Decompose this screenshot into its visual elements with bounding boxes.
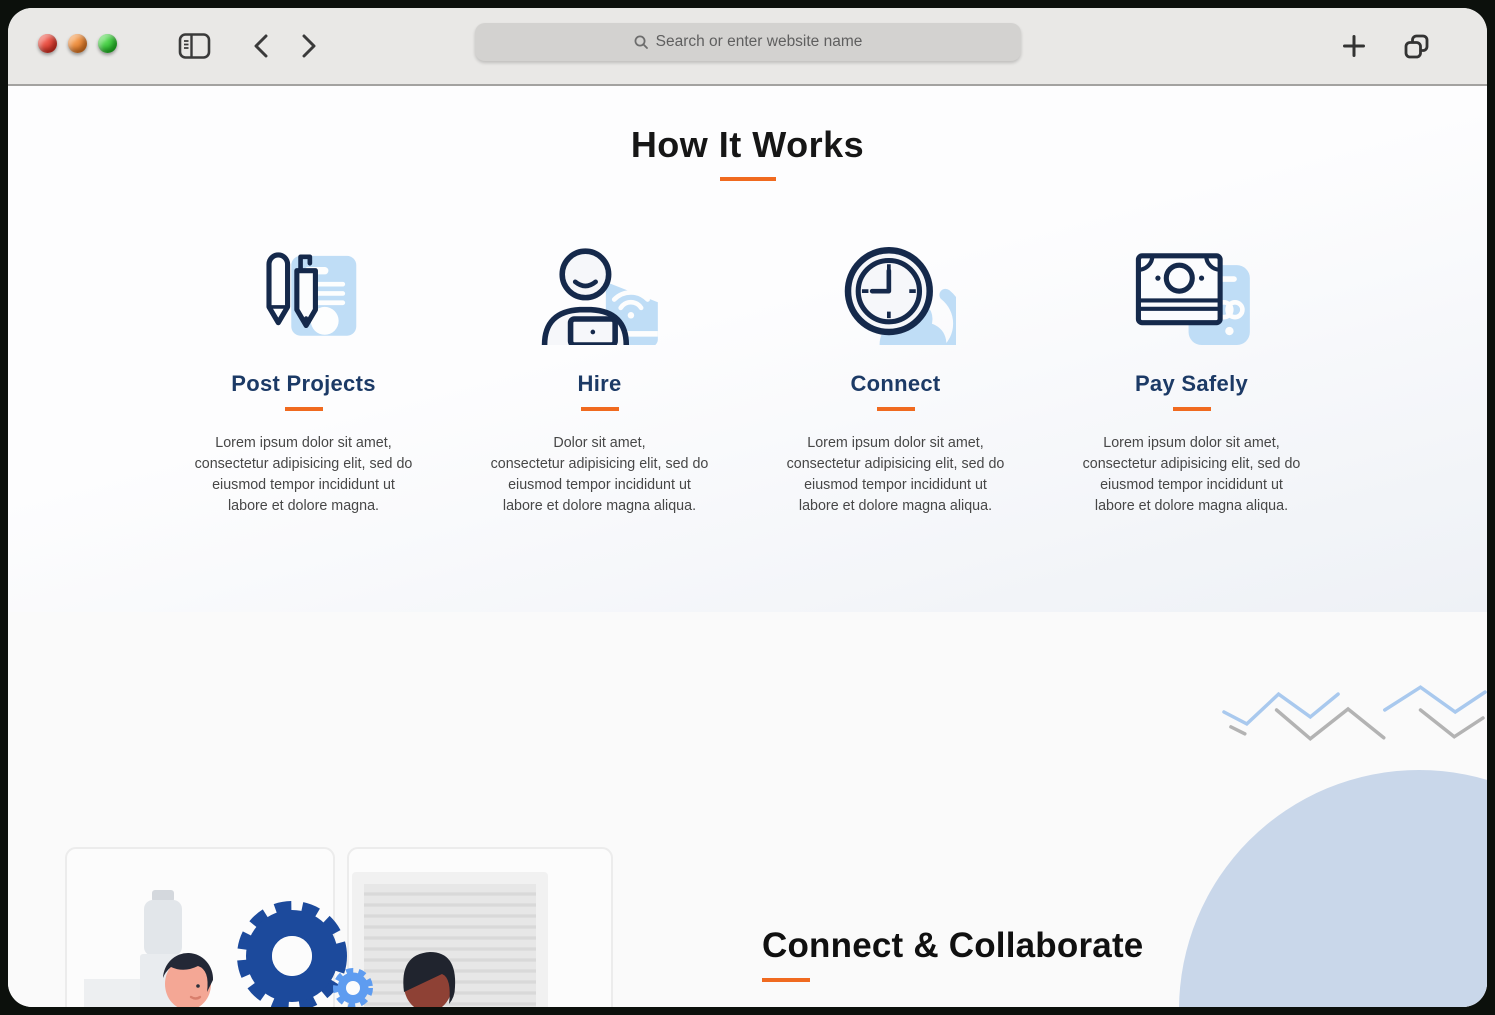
pen-and-document-icon: [243, 241, 364, 345]
forward-button[interactable]: [294, 8, 324, 84]
feature-title: Hire: [578, 371, 622, 397]
feature-post-projects: Post Projects Lorem ipsum dolor sit amet…: [185, 241, 423, 517]
new-tab-button[interactable]: [1337, 8, 1371, 84]
feature-text: Lorem ipsum dolor sit amet, consectetur …: [1083, 433, 1301, 518]
browser-window: Search or enter website name How It Work…: [8, 8, 1487, 1007]
feature-text: Dolor sit amet, consectetur adipisicing …: [491, 433, 709, 518]
feature-hire: Hire Dolor sit amet, consectetur adipisi…: [481, 241, 719, 517]
person-laptop-icon: [539, 241, 660, 345]
collaborate-underline: [762, 978, 810, 982]
feature-underline: [877, 407, 915, 411]
how-it-works-section: How It Works: [8, 84, 1487, 612]
plus-icon: [1342, 34, 1366, 58]
back-button[interactable]: [246, 8, 276, 84]
zigzag-decoration: [1219, 676, 1487, 742]
feature-underline: [285, 407, 323, 411]
feature-title: Connect: [850, 371, 940, 397]
chevron-left-icon: [253, 34, 269, 58]
big-gear: [246, 910, 338, 1002]
collaborate-title: Connect & Collaborate: [762, 926, 1242, 966]
sidebar-panel-icon: [178, 32, 211, 60]
feature-connect: Connect Lorem ipsum dolor sit amet, cons…: [777, 241, 1015, 517]
magnifier-icon: [633, 34, 649, 50]
feature-title: Pay Safely: [1135, 371, 1248, 397]
cash-payment-icon: [1131, 241, 1252, 345]
collaboration-illustration: [60, 844, 640, 1007]
close-button[interactable]: [38, 34, 57, 53]
feature-underline: [581, 407, 619, 411]
page-content: How It Works: [8, 84, 1487, 1007]
features-row: Post Projects Lorem ipsum dolor sit amet…: [8, 241, 1487, 517]
stacked-squares-icon: [1403, 33, 1430, 60]
clock-phone-icon: [835, 241, 956, 345]
feature-text: Lorem ipsum dolor sit amet, consectetur …: [787, 433, 1005, 518]
feature-pay-safely: Pay Safely Lorem ipsum dolor sit amet, c…: [1073, 241, 1311, 517]
browser-toolbar: Search or enter website name: [8, 8, 1487, 86]
traffic-lights: [38, 34, 117, 53]
feature-underline: [1173, 407, 1211, 411]
feature-title: Post Projects: [231, 371, 376, 397]
title-underline: [720, 177, 776, 181]
minimize-button[interactable]: [68, 34, 87, 53]
collaborate-text-block: Connect & Collaborate Lorem ipsum dolor …: [762, 926, 1242, 1007]
feature-text: Lorem ipsum dolor sit amet, consectetur …: [195, 433, 413, 518]
search-input[interactable]: Search or enter website name: [475, 23, 1021, 61]
collaborate-section: Connect & Collaborate Lorem ipsum dolor …: [8, 844, 1487, 1007]
chevron-right-icon: [301, 34, 317, 58]
tab-overview-button[interactable]: [1397, 8, 1435, 84]
zoom-button[interactable]: [98, 34, 117, 53]
search-placeholder: Search or enter website name: [656, 33, 863, 51]
section-title: How It Works: [8, 124, 1487, 166]
sidebar-toggle-button[interactable]: [174, 8, 214, 84]
